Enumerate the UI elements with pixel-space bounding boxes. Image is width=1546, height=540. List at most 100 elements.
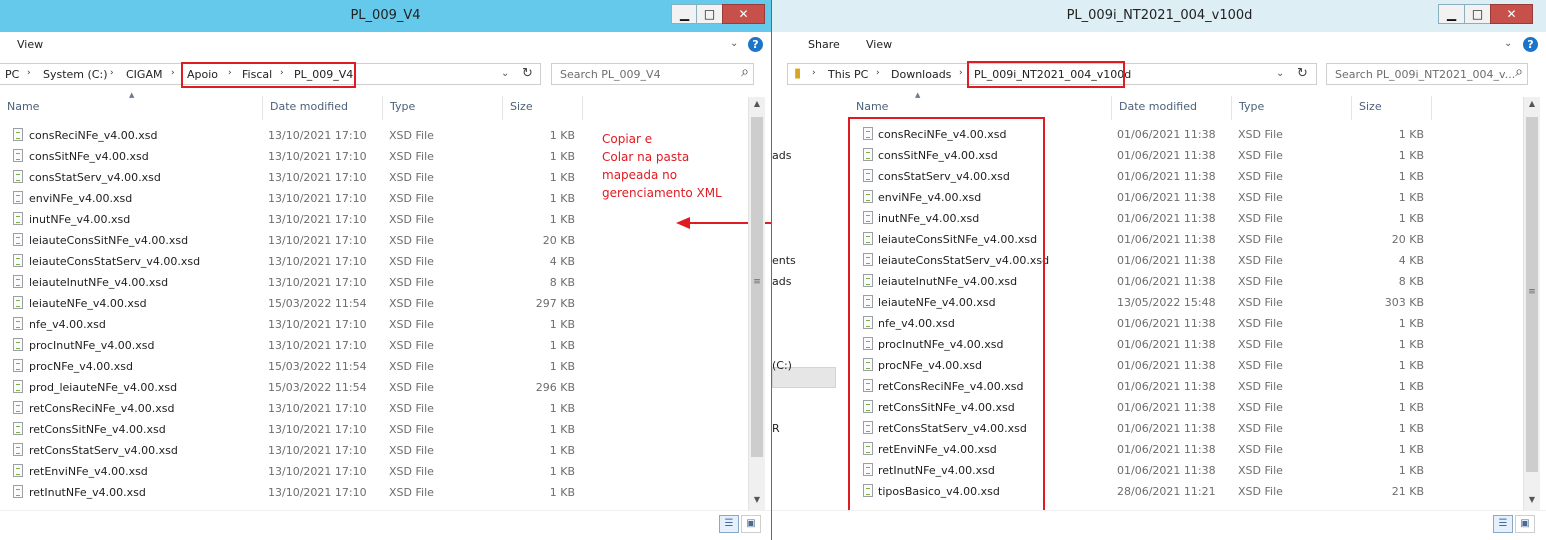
scroll-down-icon[interactable]: ▼ [749, 495, 765, 504]
file-date-modified: 01/06/2021 11:38 [1117, 212, 1216, 225]
file-name[interactable]: consStatServ_v4.00.xsd [29, 171, 161, 184]
file-date-modified: 13/10/2021 17:10 [268, 444, 367, 457]
large-icons-view-icon[interactable]: ▣ [741, 515, 761, 533]
file-row[interactable]: retConsSitNFe_v4.00.xsd 13/10/2021 17:10 X… [0, 419, 745, 440]
column-header-name[interactable]: Name [0, 96, 263, 120]
search-input[interactable]: Search PL_009i_NT2021_004_v... ⌕ [1326, 63, 1528, 85]
file-row[interactable]: inutNFe_v4.00.xsd 13/10/2021 17:10 XSD Fil… [0, 209, 745, 230]
column-header-size[interactable]: Size [1352, 96, 1432, 120]
file-row[interactable]: nfe_v4.00.xsd 13/10/2021 17:10 XSD File 1 K… [0, 314, 745, 335]
refresh-icon[interactable]: ↻ [1297, 66, 1308, 81]
file-name[interactable]: consSitNFe_v4.00.xsd [29, 150, 149, 163]
file-name[interactable]: procInutNFe_v4.00.xsd [29, 339, 155, 352]
breadcrumb-cigam[interactable]: CIGAM [126, 68, 162, 81]
address-dropdown-icon[interactable]: ⌄ [501, 68, 509, 79]
breadcrumb-separator[interactable]: › [110, 68, 114, 78]
column-header-date-modified[interactable]: Date modified [263, 96, 383, 120]
file-name[interactable]: leiauteConsStatServ_v4.00.xsd [29, 255, 200, 268]
maximize-button[interactable]: □ [1464, 4, 1491, 24]
minimize-button[interactable]: ▁ [1438, 4, 1465, 24]
help-icon[interactable]: ? [748, 37, 763, 52]
breadcrumb-this-pc[interactable]: This PC [828, 68, 868, 81]
breadcrumb-separator[interactable]: › [27, 68, 31, 78]
file-row[interactable]: retInutNFe_v4.00.xsd 13/10/2021 17:10 XSD … [0, 482, 745, 503]
file-name[interactable]: retConsStatServ_v4.00.xsd [29, 444, 178, 457]
breadcrumb-separator[interactable]: › [959, 68, 963, 78]
file-row[interactable]: leiauteConsSitNFe_v4.00.xsd 13/10/2021 17… [0, 230, 745, 251]
file-name[interactable]: enviNFe_v4.00.xsd [29, 192, 132, 205]
file-name[interactable]: retInutNFe_v4.00.xsd [29, 486, 146, 499]
file-type: XSD File [1238, 296, 1283, 309]
vertical-scrollbar[interactable]: ▲ ≡ ▼ [748, 97, 765, 510]
breadcrumb-separator[interactable]: › [812, 68, 816, 78]
breadcrumb-system-c[interactable]: System (C:) [43, 68, 108, 81]
ribbon-expand-icon[interactable]: ⌄ [1504, 38, 1512, 49]
title-bar[interactable]: PL_009_V4 ▁ □ ✕ [0, 0, 771, 32]
file-type: XSD File [1238, 338, 1283, 351]
file-row[interactable]: retEnviNFe_v4.00.xsd 13/10/2021 17:10 XSD … [0, 461, 745, 482]
file-size: 1 KB [549, 213, 575, 226]
file-date-modified: 13/10/2021 17:10 [268, 150, 367, 163]
search-icon[interactable]: ⌕ [741, 64, 749, 80]
column-header-type[interactable]: Type [383, 96, 503, 120]
scroll-up-icon[interactable]: ▲ [749, 99, 765, 108]
file-size: 1 KB [549, 129, 575, 142]
file-name[interactable]: prod_leiauteNFe_v4.00.xsd [29, 381, 177, 394]
file-size: 1 KB [549, 444, 575, 457]
file-row[interactable]: procNFe_v4.00.xsd 15/03/2022 11:54 XSD Fil… [0, 356, 745, 377]
help-icon[interactable]: ? [1523, 37, 1538, 52]
file-name[interactable]: consReciNFe_v4.00.xsd [29, 129, 157, 142]
file-name[interactable]: nfe_v4.00.xsd [29, 318, 106, 331]
file-date-modified: 13/10/2021 17:10 [268, 255, 367, 268]
close-button[interactable]: ✕ [1490, 4, 1533, 24]
breadcrumb-pc[interactable]: PC [5, 68, 19, 81]
tab-share[interactable]: Share [808, 38, 840, 51]
tab-view[interactable]: View [866, 38, 892, 51]
vertical-scrollbar[interactable]: ▲ ≡ ▼ [1523, 97, 1540, 510]
file-date-modified: 01/06/2021 11:38 [1117, 401, 1216, 414]
refresh-icon[interactable]: ↻ [522, 66, 533, 81]
details-view-icon[interactable]: ☰ [1493, 515, 1513, 533]
file-row[interactable]: leiauteInutNFe_v4.00.xsd 13/10/2021 17:10… [0, 272, 745, 293]
address-dropdown-icon[interactable]: ⌄ [1276, 68, 1284, 79]
file-size: 1 KB [549, 150, 575, 163]
file-row[interactable]: leiauteNFe_v4.00.xsd 15/03/2022 11:54 XSD … [0, 293, 745, 314]
details-view-icon[interactable]: ☰ [719, 515, 739, 533]
column-header-date-modified[interactable]: Date modified [1112, 96, 1232, 120]
ribbon-expand-icon[interactable]: ⌄ [730, 38, 738, 49]
close-button[interactable]: ✕ [722, 4, 765, 24]
maximize-button[interactable]: □ [696, 4, 723, 24]
file-name[interactable]: retConsSitNFe_v4.00.xsd [29, 423, 166, 436]
search-icon[interactable]: ⌕ [1515, 64, 1523, 80]
file-name[interactable]: leiauteConsSitNFe_v4.00.xsd [29, 234, 188, 247]
file-name[interactable]: retConsReciNFe_v4.00.xsd [29, 402, 174, 415]
breadcrumb-separator[interactable]: › [171, 68, 175, 78]
address-row: PC › System (C:) › CIGAM › Apoio › Fisca… [0, 58, 771, 94]
file-row[interactable]: retConsReciNFe_v4.00.xsd 13/10/2021 17:10… [0, 398, 745, 419]
scroll-thumb[interactable] [751, 117, 763, 457]
file-row[interactable]: prod_leiauteNFe_v4.00.xsd 15/03/2022 11:5… [0, 377, 745, 398]
file-row[interactable]: procInutNFe_v4.00.xsd 13/10/2021 17:10 XSD… [0, 335, 745, 356]
scroll-up-icon[interactable]: ▲ [1524, 99, 1540, 108]
column-header-type[interactable]: Type [1232, 96, 1352, 120]
scroll-down-icon[interactable]: ▼ [1524, 495, 1540, 504]
file-row[interactable]: retConsStatServ_v4.00.xsd 13/10/2021 17:1… [0, 440, 745, 461]
file-name[interactable]: inutNFe_v4.00.xsd [29, 213, 130, 226]
file-name[interactable]: retEnviNFe_v4.00.xsd [29, 465, 148, 478]
search-input[interactable]: Search PL_009_V4 ⌕ [551, 63, 754, 85]
tab-view[interactable]: View [17, 38, 43, 51]
file-name[interactable]: procNFe_v4.00.xsd [29, 360, 133, 373]
address-row: ▮ › This PC › Downloads › PL_009i_NT2021… [772, 58, 1546, 94]
file-size: 1 KB [549, 171, 575, 184]
large-icons-view-icon[interactable]: ▣ [1515, 515, 1535, 533]
breadcrumb-downloads[interactable]: Downloads [891, 68, 951, 81]
breadcrumb-separator[interactable]: › [876, 68, 880, 78]
title-bar[interactable]: PL_009i_NT2021_004_v100d ▁ □ ✕ [772, 0, 1546, 32]
file-type: XSD File [389, 234, 434, 247]
file-row[interactable]: leiauteConsStatServ_v4.00.xsd 13/10/2021 … [0, 251, 745, 272]
file-name[interactable]: leiauteNFe_v4.00.xsd [29, 297, 147, 310]
file-name[interactable]: leiauteInutNFe_v4.00.xsd [29, 276, 168, 289]
minimize-button[interactable]: ▁ [671, 4, 698, 24]
column-header-size[interactable]: Size [503, 96, 583, 120]
file-type: XSD File [1238, 443, 1283, 456]
